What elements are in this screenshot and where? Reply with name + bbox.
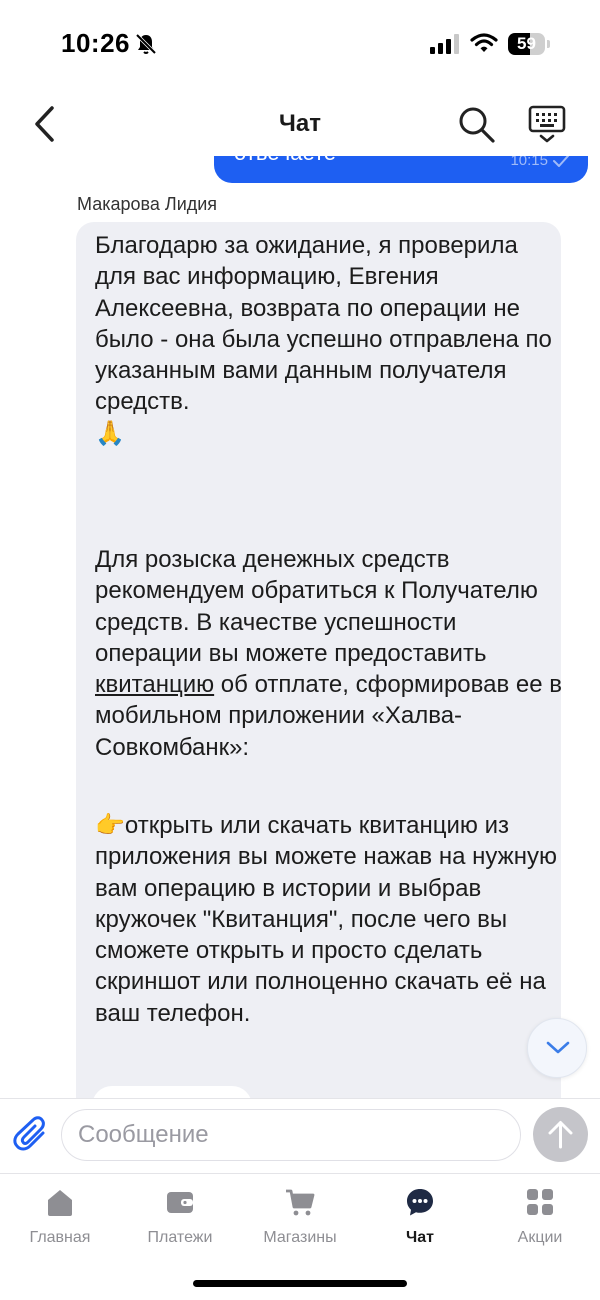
scroll-down-button[interactable] <box>527 1018 587 1078</box>
check-icon <box>553 156 569 167</box>
tab-promotions[interactable]: Акции <box>480 1186 600 1258</box>
outgoing-message-text: отвечаете <box>234 156 336 166</box>
tab-label: Чат <box>406 1229 434 1246</box>
bell-off-icon <box>135 33 157 55</box>
message-paragraph: Благодарю за ожидание, я проверила для в… <box>95 230 565 449</box>
chevron-down-icon <box>546 1041 570 1054</box>
message-list[interactable]: отвечаете 10:15 Макарова Лидия Благодарю… <box>0 156 600 1098</box>
praying-hands-emoji: 🙏 <box>95 418 125 447</box>
receipt-link[interactable]: квитанцию <box>95 671 214 698</box>
wifi-icon <box>470 33 498 52</box>
keyboard-button[interactable] <box>526 104 568 144</box>
keyboard-icon <box>528 105 566 143</box>
outgoing-message[interactable]: отвечаете 10:15 <box>214 156 588 183</box>
message-text: Для розыска денежных средств рекомендуем… <box>95 546 538 667</box>
message-input[interactable] <box>61 1109 521 1161</box>
message-text: открыть или скачать квитанцию из приложе… <box>95 812 557 1027</box>
tab-home[interactable]: Главная <box>0 1186 120 1258</box>
status-time: 10:26 <box>61 28 130 58</box>
battery-indicator: 59 <box>508 33 550 55</box>
message-paragraph: 👉открыть или скачать квитанцию из прилож… <box>95 810 565 1029</box>
attach-button[interactable] <box>12 1115 52 1155</box>
home-indicator <box>193 1280 407 1287</box>
tab-label: Магазины <box>263 1229 337 1246</box>
incoming-message[interactable]: Благодарю за ожидание, я проверила для в… <box>76 222 562 1098</box>
cellular-signal-icon <box>430 34 459 54</box>
page-title: Чат <box>279 110 321 137</box>
paperclip-icon <box>13 1116 45 1151</box>
wallet-icon <box>167 1192 193 1213</box>
search-icon <box>459 107 495 143</box>
message-paragraph: Для розыска денежных средств рекомендуем… <box>95 544 565 763</box>
tab-shops[interactable]: Магазины <box>240 1186 360 1258</box>
composer <box>0 1098 600 1174</box>
tab-label: Главная <box>29 1229 91 1246</box>
tab-label: Платежи <box>147 1229 213 1246</box>
tab-label: Акции <box>517 1229 563 1246</box>
nav-header: Чат <box>0 90 600 156</box>
status-bar: 10:26 59 <box>0 0 600 90</box>
pointing-hand-emoji: 👉 <box>95 811 125 839</box>
tab-payments[interactable]: Платежи <box>120 1186 240 1258</box>
back-button[interactable] <box>28 104 62 144</box>
chevron-left-icon <box>35 106 54 142</box>
arrow-up-icon <box>548 1121 573 1149</box>
battery-level: 59 <box>517 34 536 53</box>
send-button[interactable] <box>533 1107 588 1162</box>
tab-bar: Главная Платежи Магазины Чат Акции <box>0 1174 600 1300</box>
chat-icon <box>407 1189 433 1216</box>
grid-icon <box>527 1189 553 1215</box>
tab-chat[interactable]: Чат <box>360 1186 480 1258</box>
message-text: Благодарю за ожидание, я проверила для в… <box>95 232 552 416</box>
cart-icon <box>286 1189 315 1216</box>
message-time: 10:15 <box>510 156 548 169</box>
attachment-chip[interactable] <box>92 1086 252 1098</box>
sender-name: Макарова Лидия <box>77 194 218 214</box>
home-icon <box>48 1190 72 1216</box>
search-button[interactable] <box>456 104 496 144</box>
